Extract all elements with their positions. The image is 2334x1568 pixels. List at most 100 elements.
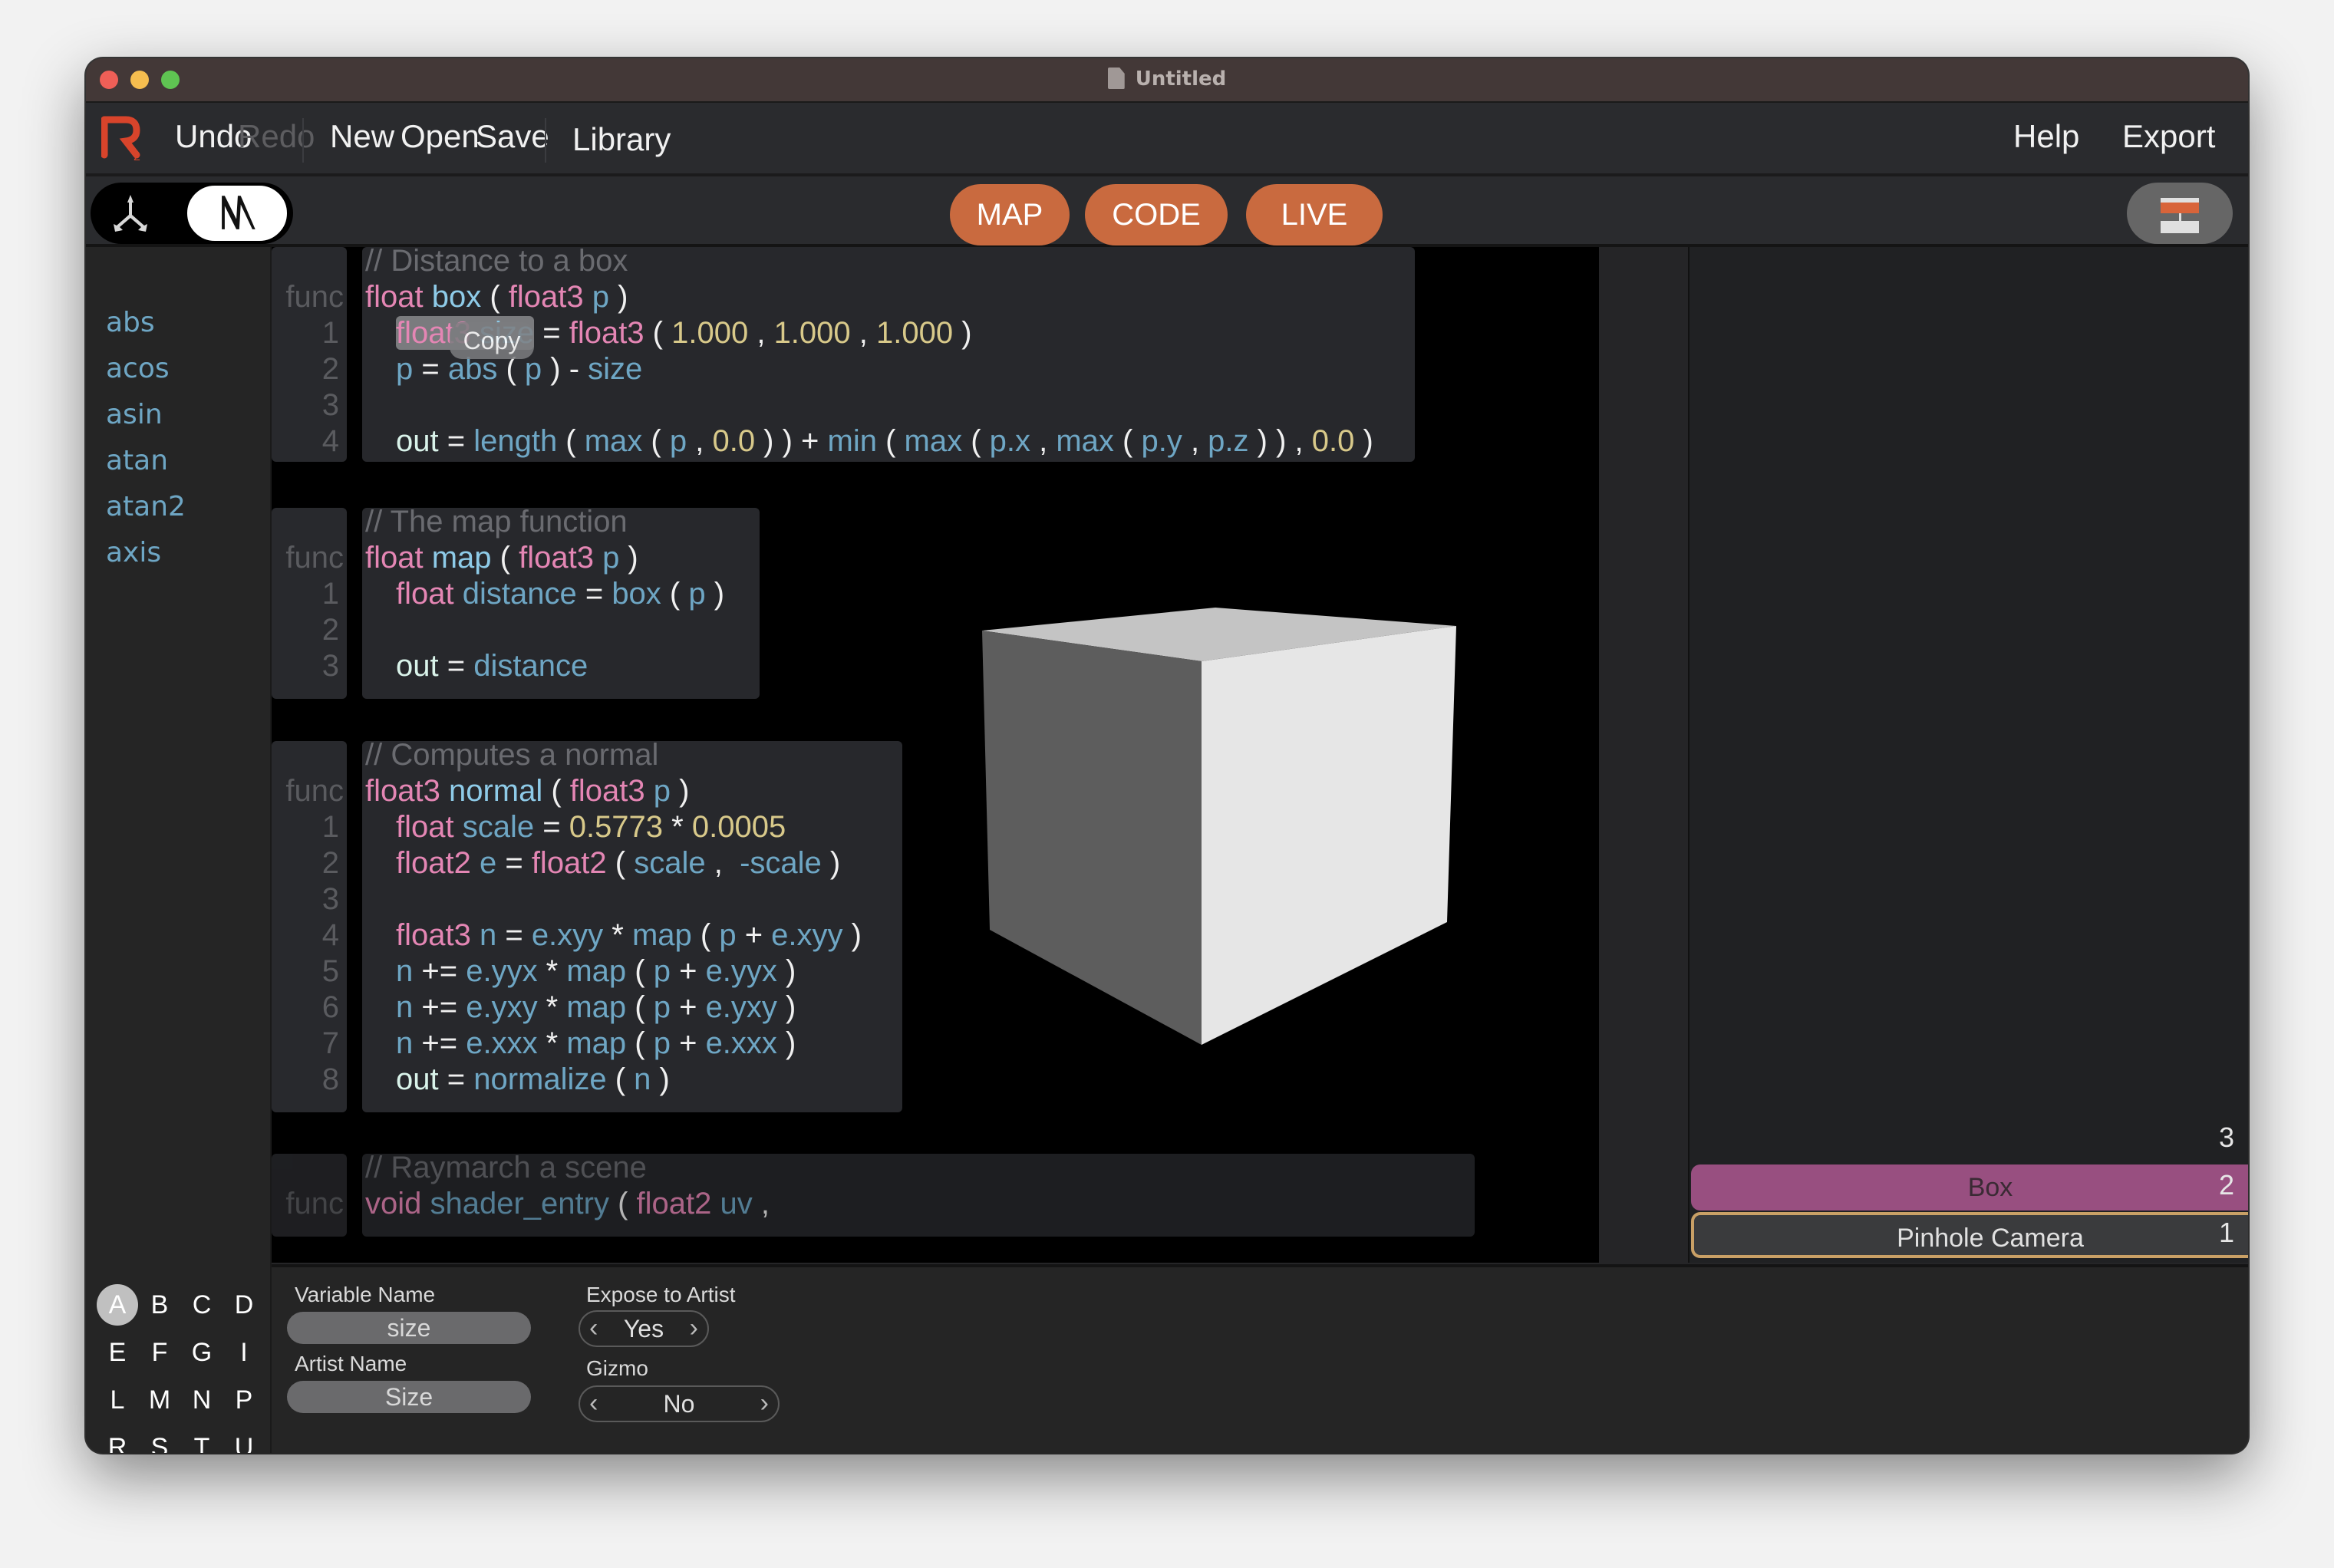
view-mode-toggle[interactable] [91, 183, 293, 244]
code-body[interactable]: // Raymarch a scene void shader_entry ( f… [362, 1151, 1475, 1237]
code-line[interactable]: n += e.yyx * map ( p + e.yyx ) [396, 954, 796, 989]
code-token[interactable]: e [471, 846, 496, 880]
code-token[interactable]: float2 [637, 1187, 712, 1220]
tab-live[interactable]: LIVE [1246, 184, 1383, 245]
code-token[interactable]: out [396, 1062, 439, 1096]
code-token[interactable]: ( [557, 424, 585, 458]
gizmo-stepper[interactable]: ‹ No › [579, 1385, 780, 1422]
code-token[interactable]: float [396, 577, 454, 611]
letter-filter-b[interactable]: B [139, 1284, 180, 1326]
code-line[interactable]: out = length ( max ( p , 0.0 ) ) + min (… [396, 424, 1373, 459]
library-item[interactable]: atan2 [106, 491, 186, 522]
code-token[interactable]: ( [644, 316, 672, 350]
code-token[interactable]: += [413, 990, 466, 1024]
code-token[interactable]: min [828, 424, 877, 458]
chevron-right-icon[interactable]: › [760, 1388, 769, 1418]
code-token[interactable]: ) [843, 918, 862, 952]
code-token[interactable]: ) ) , [1249, 424, 1312, 458]
letter-filter-f[interactable]: F [139, 1332, 180, 1373]
letter-filter-a[interactable]: A [97, 1284, 138, 1326]
function-signature[interactable]: void shader_entry ( float2 uv , [365, 1187, 770, 1221]
code-mode-button[interactable] [186, 184, 288, 242]
tab-code[interactable]: CODE [1085, 184, 1228, 245]
code-token[interactable]: += [413, 954, 466, 988]
code-token[interactable]: float2 [396, 846, 471, 880]
code-token[interactable]: distance [454, 577, 577, 611]
code-token[interactable]: , [851, 316, 876, 350]
code-token[interactable]: ) [671, 774, 689, 808]
node-tree-icon[interactable] [107, 192, 153, 235]
code-token[interactable]: * [538, 1026, 567, 1060]
code-token[interactable]: + [671, 990, 706, 1024]
letter-filter-s[interactable]: S [139, 1427, 180, 1453]
code-token[interactable]: = [496, 846, 532, 880]
code-token[interactable]: , [753, 1187, 770, 1220]
code-token[interactable]: p [654, 990, 671, 1024]
code-token[interactable]: map [566, 954, 626, 988]
code-token[interactable]: map [566, 1026, 626, 1060]
code-token[interactable]: normal [440, 774, 542, 808]
code-token[interactable]: float2 [532, 846, 607, 880]
letter-filter-u[interactable]: U [223, 1427, 265, 1453]
code-token[interactable]: + [671, 1026, 706, 1060]
code-token[interactable]: e.xyy [532, 918, 603, 952]
code-token[interactable]: n [396, 954, 413, 988]
code-token[interactable]: 0.0 [1312, 424, 1355, 458]
letter-filter-p[interactable]: P [223, 1379, 265, 1421]
library-button[interactable]: Library [572, 121, 671, 158]
artist-name-field[interactable]: Size [287, 1381, 531, 1413]
code-token[interactable]: += [413, 1026, 466, 1060]
code-token[interactable]: ( [492, 541, 519, 575]
code-token[interactable]: -scale [740, 846, 822, 880]
code-line[interactable]: float2 e = float2 ( scale , -scale ) [396, 846, 840, 881]
code-body[interactable]: // Computes a normal float3 normal ( floa… [362, 738, 902, 1112]
code-token[interactable]: , [1030, 424, 1056, 458]
letter-filter-m[interactable]: M [139, 1379, 180, 1421]
code-token[interactable]: ) - [542, 352, 588, 386]
library-item[interactable]: abs [106, 307, 155, 338]
code-token[interactable]: e.yyx [706, 954, 777, 988]
code-token[interactable]: ( [481, 280, 509, 314]
code-token[interactable]: * [603, 918, 632, 952]
code-token[interactable]: float [396, 810, 454, 844]
code-token[interactable]: ( [626, 1026, 654, 1060]
code-token[interactable]: 1.000 [671, 316, 748, 350]
code-token[interactable]: = [439, 649, 474, 683]
open-button[interactable]: Open [401, 118, 480, 155]
code-token[interactable]: p [688, 577, 705, 611]
library-item[interactable]: asin [106, 399, 163, 430]
code-token[interactable]: p [584, 280, 609, 314]
code-token[interactable]: float3 [365, 774, 440, 808]
letter-filter-l[interactable]: L [97, 1379, 138, 1421]
code-token[interactable]: p [645, 774, 671, 808]
code-token[interactable]: scale [454, 810, 534, 844]
code-token[interactable]: distance [473, 649, 588, 683]
code-token[interactable]: n [634, 1062, 651, 1096]
code-token[interactable]: p.z [1208, 424, 1248, 458]
code-line[interactable]: n += e.yxy * map ( p + e.yxy ) [396, 990, 796, 1025]
new-button[interactable]: New [330, 118, 394, 155]
code-token[interactable]: void [365, 1187, 421, 1220]
code-token[interactable]: , [1182, 424, 1208, 458]
function-signature[interactable]: float3 normal ( float3 p ) [365, 774, 689, 809]
code-token[interactable]: ( [626, 990, 654, 1024]
letter-filter-g[interactable]: G [181, 1332, 223, 1373]
letter-filter-e[interactable]: E [97, 1332, 138, 1373]
code-token[interactable]: map [566, 990, 626, 1024]
code-token[interactable]: p.x [990, 424, 1030, 458]
code-token[interactable]: = [439, 1062, 474, 1096]
code-token[interactable]: ) [777, 990, 796, 1024]
code-token[interactable]: p [654, 954, 671, 988]
code-token[interactable]: p [654, 1026, 671, 1060]
code-token[interactable]: ) [822, 846, 840, 880]
code-token[interactable]: n [396, 1026, 413, 1060]
code-token[interactable]: = [534, 316, 569, 350]
code-token[interactable]: box [424, 280, 482, 314]
library-item[interactable]: axis [106, 537, 161, 568]
code-token[interactable]: p [670, 424, 687, 458]
code-token[interactable]: ( [661, 577, 689, 611]
function-signature[interactable]: float box ( float3 p ) [365, 280, 628, 315]
code-token[interactable]: float3 [396, 918, 471, 952]
code-token[interactable]: box [612, 577, 661, 611]
code-token[interactable]: ) [706, 577, 724, 611]
